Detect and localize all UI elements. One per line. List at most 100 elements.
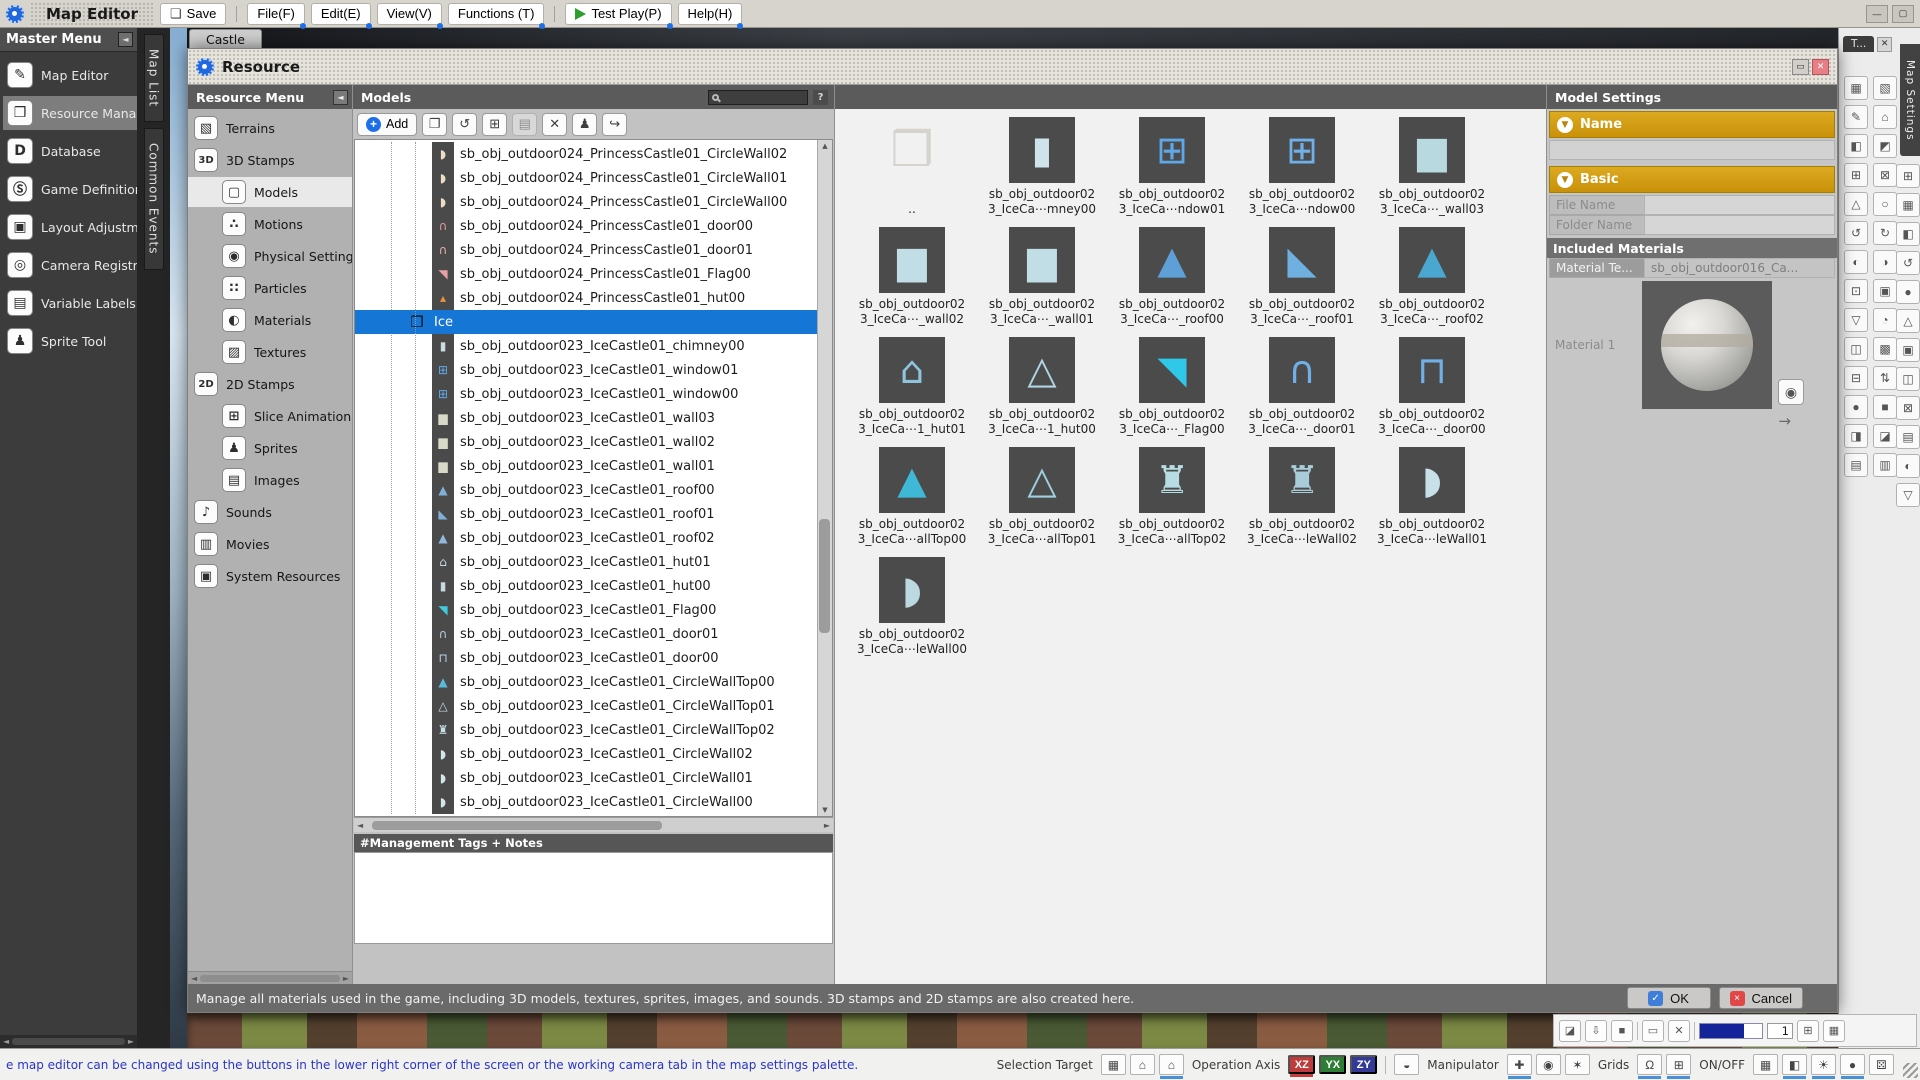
tool-button[interactable]: ●	[1896, 280, 1920, 304]
side-tab[interactable]: Map List	[144, 34, 164, 122]
tree-row[interactable]: ⊞ sb_obj_outdoor023_IceCastle01_window00	[355, 382, 817, 406]
tool-button[interactable]: ●	[1844, 395, 1868, 419]
selection-target-button[interactable]: ▦	[1101, 1054, 1126, 1075]
tree-row[interactable]: ▲ sb_obj_outdoor023_IceCastle01_roof00	[355, 478, 817, 502]
axis-button[interactable]: YX	[1319, 1055, 1346, 1074]
display-toggle-button[interactable]: ◧	[1782, 1054, 1807, 1075]
mini-tool-button[interactable]: ▦	[1823, 1020, 1845, 1042]
resource-menu-item[interactable]: ∴ Motions	[188, 209, 352, 239]
resource-menu-scrollbar[interactable]: ◄ ►	[188, 971, 352, 984]
tree-row[interactable]: ⌂ sb_obj_outdoor023_IceCastle01_hut01	[355, 550, 817, 574]
tool-button[interactable]: ⊠	[1873, 163, 1897, 187]
resource-window-titlebar[interactable]: Resource ▭ ✕	[188, 49, 1837, 85]
close-icon[interactable]: ✕	[1877, 37, 1892, 52]
tool-button[interactable]: ⊠	[1896, 396, 1920, 420]
scroll-thumb[interactable]	[372, 821, 662, 830]
management-tags-bar[interactable]: #Management Tags + Notes	[354, 834, 833, 852]
sidebar-item[interactable]: D Database	[3, 134, 137, 168]
tool-button[interactable]: ○	[1873, 192, 1897, 216]
tool-button[interactable]: ◪	[1873, 424, 1897, 448]
tool-button[interactable]: ⌂	[1873, 105, 1897, 129]
window-restore-button[interactable]: ▭	[1792, 59, 1809, 75]
resource-menu-item[interactable]: ⊞ Slice Animation	[188, 401, 352, 431]
minimize-button[interactable]: —	[1866, 5, 1888, 23]
tree-row[interactable]: ◥ sb_obj_outdoor024_PrincessCastle01_Fla…	[355, 262, 817, 286]
tool-button[interactable]: ↺	[1896, 251, 1920, 275]
thumbnail-cell[interactable]: ❒ ..	[847, 117, 977, 227]
tree-row[interactable]: ▴ sb_obj_outdoor024_PrincessCastle01_hut…	[355, 286, 817, 310]
layer-value[interactable]: 1	[1767, 1023, 1793, 1039]
tool-button[interactable]: ▥	[1873, 453, 1897, 477]
notes-area[interactable]	[354, 852, 833, 944]
thumbnail-cell[interactable]: ⊞ sb_obj_outdoor023_IceCa⋯ndow01	[1107, 117, 1237, 227]
toolbar-button[interactable]: ✕	[542, 113, 567, 136]
tool-button[interactable]: ◩	[1873, 134, 1897, 158]
material-edit-button[interactable]: ◉	[1778, 379, 1804, 405]
manipulator-button[interactable]: ✚	[1507, 1054, 1532, 1075]
thumbnail-cell[interactable]: △ sb_obj_outdoor023_IceCa⋯1_hut00	[977, 337, 1107, 447]
tool-button[interactable]: ▽	[1844, 308, 1868, 332]
sidebar-item[interactable]: ❒ Resource Manag	[3, 96, 137, 130]
tree-row[interactable]: ∩ sb_obj_outdoor023_IceCastle01_door01	[355, 622, 817, 646]
tree-row[interactable]: ▮ sb_obj_outdoor023_IceCastle01_chimney0…	[355, 334, 817, 358]
tool-button[interactable]: ▣	[1896, 338, 1920, 362]
tool-button[interactable]: ↺	[1844, 221, 1868, 245]
display-toggle-button[interactable]: ☀	[1811, 1054, 1836, 1075]
resource-menu-item[interactable]: ▨ Textures	[188, 337, 352, 367]
grid-toggle-button[interactable]: ⊞	[1666, 1054, 1691, 1075]
thumbnail-cell[interactable]: ▮ sb_obj_outdoor023_IceCa⋯m­ney00	[977, 117, 1107, 227]
tree-row[interactable]: ◗ sb_obj_outdoor023_IceCastle01_CircleWa…	[355, 766, 817, 790]
display-toggle-button[interactable]: ●	[1840, 1054, 1865, 1075]
stamp-button[interactable]: ◒	[1394, 1054, 1419, 1075]
resource-menu-item[interactable]: ▣ System Resources	[188, 561, 352, 591]
cancel-button[interactable]: × Cancel	[1719, 987, 1803, 1009]
tool-button[interactable]: ⊞	[1896, 164, 1920, 188]
side-tab[interactable]: Common Events	[144, 128, 164, 270]
file-name-field[interactable]	[1644, 195, 1835, 215]
axis-button[interactable]: ZY	[1350, 1055, 1377, 1074]
resource-menu-item[interactable]: ∷ Particles	[188, 273, 352, 303]
section-name[interactable]: ▼ Name	[1549, 111, 1835, 138]
resource-menu-item[interactable]: 2D 2D Stamps	[188, 369, 352, 399]
thumbnail-cell[interactable]: ◗ sb_obj_outdoor023_IceCa⋯leWall01	[1367, 447, 1497, 557]
toolbar-button[interactable]: ↺	[452, 113, 477, 136]
sidebar-item[interactable]: Ⓢ Game Definition	[3, 172, 137, 206]
thumbnail-cell[interactable]: ▆ sb_obj_outdoor023_IceCa⋯_wall02	[847, 227, 977, 337]
tool-button[interactable]: ▤	[1844, 453, 1868, 477]
vertical-scrollbar[interactable]: ▲ ▼	[817, 140, 832, 816]
menu-button[interactable]: File(F)	[247, 3, 305, 25]
display-toggle-button[interactable]: ⚄	[1869, 1054, 1894, 1075]
menu-button[interactable]: Functions (T)	[448, 3, 545, 25]
tool-button[interactable]: △	[1844, 192, 1868, 216]
save-button[interactable]: ❏ Save	[160, 3, 226, 25]
tool-button[interactable]: ▽	[1896, 483, 1920, 507]
material-template-value[interactable]: sb_obj_outdoor016_Ca...	[1644, 258, 1835, 278]
thumbnail-cell[interactable]: ◗ sb_obj_outdoor023_IceCa⋯leWall00	[847, 557, 977, 667]
resize-grip[interactable]	[1903, 1063, 1918, 1078]
collapse-icon[interactable]: ◄	[118, 32, 133, 47]
tree-row[interactable]: ◥ sb_obj_outdoor023_IceCastle01_Flag00	[355, 598, 817, 622]
axis-button[interactable]: XZ	[1288, 1055, 1315, 1074]
collapse-icon[interactable]: ◄	[333, 90, 348, 105]
toolbar-button[interactable]: ♟	[572, 113, 597, 136]
tree-row[interactable]: ∩ sb_obj_outdoor024_PrincessCastle01_doo…	[355, 238, 817, 262]
resource-menu-item[interactable]: ▧ Terrains	[188, 113, 352, 143]
thumbnail-cell[interactable]: ◥ sb_obj_outdoor023_IceCa⋯_Flag00	[1107, 337, 1237, 447]
mini-tool-button[interactable]: ◪	[1559, 1020, 1581, 1042]
tool-button[interactable]: ◐	[1844, 250, 1868, 274]
resource-menu-item[interactable]: ▢ Models	[188, 177, 352, 207]
tool-button[interactable]: ▤	[1896, 425, 1920, 449]
horizontal-scrollbar[interactable]: ◄ ►	[354, 817, 833, 832]
tree-row[interactable]: △ sb_obj_outdoor023_IceCastle01_CircleWa…	[355, 694, 817, 718]
tree-row[interactable]: ▮ sb_obj_outdoor023_IceCastle01_hut00	[355, 574, 817, 598]
tree-row[interactable]: ◣ sb_obj_outdoor023_IceCastle01_roof01	[355, 502, 817, 526]
search-input[interactable]	[708, 90, 808, 105]
tool-button[interactable]: ▦	[1896, 193, 1920, 217]
tool-button[interactable]: ✎	[1844, 105, 1868, 129]
scroll-left-icon[interactable]: ◄	[191, 974, 197, 983]
scroll-down-icon[interactable]: ▼	[822, 806, 827, 814]
tool-button[interactable]: ▦	[1844, 76, 1868, 100]
thumbnail-cell[interactable]: ∩ sb_obj_outdoor023_IceCa⋯_door01	[1237, 337, 1367, 447]
scroll-left-icon[interactable]: ◄	[357, 821, 363, 830]
tool-button[interactable]: ◔	[1873, 308, 1897, 332]
